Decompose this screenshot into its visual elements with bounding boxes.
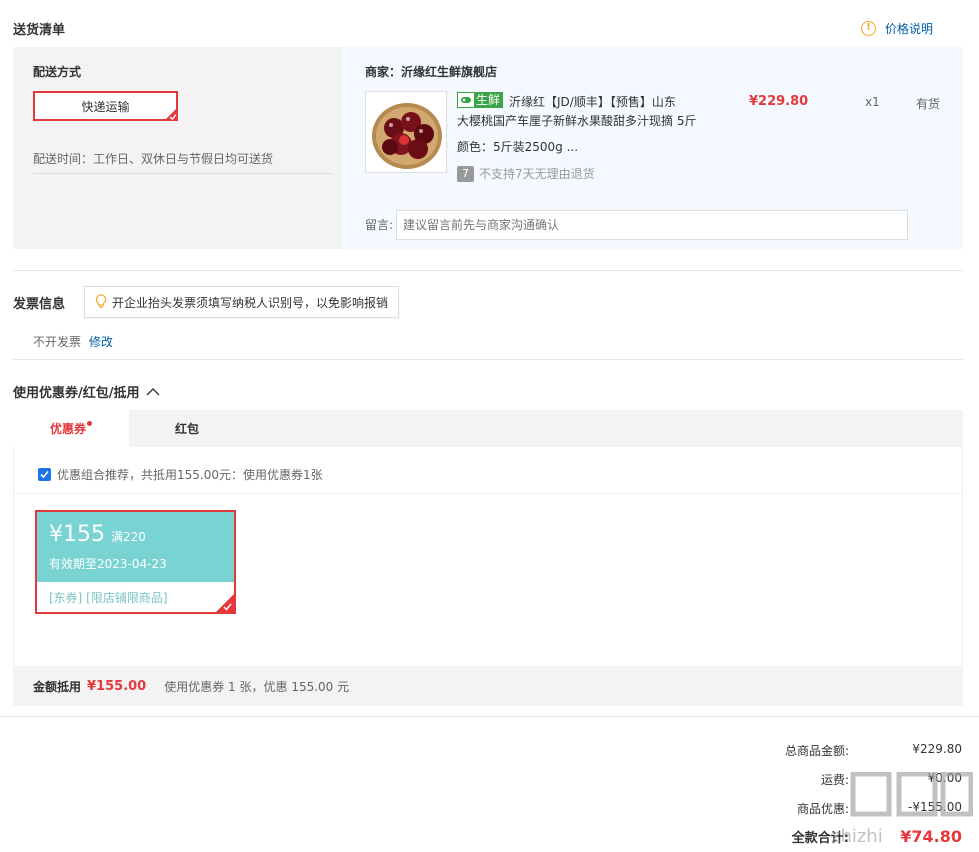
- coupon-card-top: ¥155 满220 有效期至2023-04-23: [37, 512, 234, 582]
- info-icon: !: [861, 21, 876, 36]
- invoice-title: 发票信息: [13, 297, 66, 312]
- recommend-text: 优惠组合推荐，共抵用155.00元：使用优惠券1张: [57, 468, 323, 482]
- delivery-method-panel: 配送方式 快递运输 配送时间：工作日、双休日与节假日均可送货: [13, 47, 343, 249]
- product-spec: 颜色：5斤装2500g ...: [457, 140, 579, 154]
- recommend-row: 优惠组合推荐，共抵用155.00元：使用优惠券1张: [38, 466, 323, 483]
- coupon-valid: 有效期至2023-04-23: [49, 557, 167, 571]
- product-qty: x1: [865, 95, 880, 109]
- product-price: ¥229.80: [749, 94, 809, 109]
- discount-row: 商品优惠: -¥155.00: [796, 800, 962, 816]
- delivery-time: 配送时间：工作日、双休日与节假日均可送货: [33, 152, 274, 166]
- merchant-heading: 商家：沂缘红生鲜旗舰店: [365, 63, 497, 80]
- coupon-section-title: 使用优惠券/红包/抵用: [13, 386, 140, 401]
- product-thumbnail[interactable]: [365, 91, 447, 173]
- new-dot: [87, 421, 92, 426]
- coupon-summary: 金额抵用 ¥155.00 使用优惠券 1 张，优惠 155.00 元: [13, 666, 963, 706]
- delivery-title: 送货清单: [13, 23, 66, 38]
- merchant-label: 商家：: [365, 65, 402, 79]
- ship-method-label: 快递运输: [81, 99, 130, 114]
- invoice-tip-text: 开企业抬头发票须填写纳税人识别号，以免影响报销: [112, 295, 389, 310]
- delivery-method-label: 配送方式: [33, 65, 82, 79]
- invoice-status: 不开发票: [33, 335, 82, 349]
- ship-method-option[interactable]: 快递运输: [33, 91, 178, 121]
- divider: [13, 270, 963, 271]
- tab-coupons[interactable]: 优惠券: [13, 410, 129, 447]
- return-policy-text: 不支持7天无理由退货: [479, 167, 595, 181]
- lightbulb-icon: [95, 294, 107, 308]
- coupon-tags: [东券] [限店铺限商品]: [49, 591, 168, 605]
- price-note-link[interactable]: ! 价格说明: [861, 20, 933, 37]
- merchant-panel: 商家：沂缘红生鲜旗舰店 生鲜 沂缘红【JD/顺丰】【预售】山东 大樱桃国产车厘子…: [343, 47, 963, 249]
- no-return-icon: 7: [457, 165, 474, 182]
- recommend-checkbox[interactable]: [38, 468, 51, 481]
- summary-label: 金额抵用: [33, 679, 82, 694]
- cherry-image: [366, 92, 446, 172]
- summary-text: 使用优惠券 1 张，优惠 155.00 元: [164, 679, 350, 694]
- chevron-up-icon: [146, 387, 159, 395]
- coupon-section-toggle[interactable]: 使用优惠券/红包/抵用: [13, 382, 160, 401]
- divider: [33, 173, 333, 174]
- price-note-label: 价格说明: [885, 22, 934, 36]
- coupon-condition: 满220: [111, 530, 146, 544]
- return-policy: 7 不支持7天无理由退货: [457, 165, 595, 182]
- invoice-tip: 开企业抬头发票须填写纳税人识别号，以免影响报销: [84, 286, 399, 318]
- message-input[interactable]: [396, 210, 908, 240]
- invoice-edit-link[interactable]: 修改: [89, 335, 113, 349]
- product-title[interactable]: 生鲜 沂缘红【JD/顺丰】【预售】山东 大樱桃国产车厘子新鲜水果酸甜多汁现摘 5…: [457, 92, 707, 131]
- divider: [13, 493, 963, 494]
- product-title-line1: 沂缘红【JD/顺丰】【预售】山东: [509, 95, 676, 109]
- total-goods-row: 总商品金额: ¥229.80: [784, 742, 962, 758]
- divider: [0, 716, 979, 717]
- coupon-card[interactable]: ¥155 满220 有效期至2023-04-23 [东券] [限店铺限商品]: [35, 510, 236, 614]
- summary-amount: ¥155.00: [87, 678, 147, 694]
- coupon-amount-row: ¥155 满220: [49, 522, 146, 547]
- merchant-name[interactable]: 沂缘红生鲜旗舰店: [401, 65, 497, 79]
- selected-check-icon: [164, 107, 178, 121]
- coupon-amount: ¥155: [49, 522, 105, 547]
- delivery-panel: 配送方式 快递运输 配送时间：工作日、双休日与节假日均可送货 商家：沂缘红生鲜旗…: [13, 47, 963, 249]
- check-icon: [40, 470, 49, 479]
- fresh-leaf-icon: [458, 93, 474, 107]
- product-stock: 有货: [916, 97, 941, 111]
- coupon-tabs: 优惠券 红包: [13, 410, 963, 447]
- selected-check-icon: [216, 594, 234, 612]
- product-title-line2: 大樱桃国产车厘子新鲜水果酸甜多汁现摘 5斤: [457, 114, 697, 128]
- grand-total-row: 全款合计: ¥74.80: [791, 827, 962, 846]
- message-label: 留言:: [365, 218, 394, 232]
- shipping-row: 运费: ¥0.00: [820, 771, 962, 787]
- invoice-status-row: 不开发票 修改: [33, 333, 113, 350]
- fresh-tag: 生鲜: [457, 92, 504, 108]
- divider: [13, 359, 963, 360]
- coupon-card-bottom: [东券] [限店铺限商品]: [37, 582, 234, 612]
- tab-red-packets[interactable]: 红包: [129, 410, 245, 447]
